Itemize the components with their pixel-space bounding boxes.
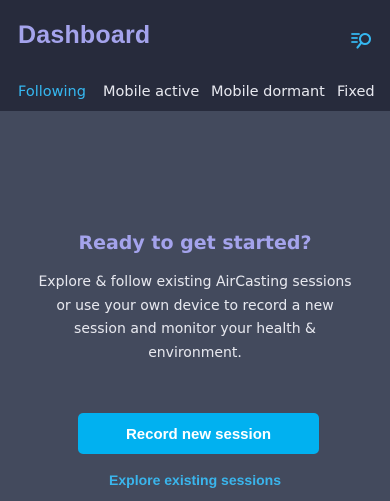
explore-existing-sessions-link[interactable]: Explore existing sessions xyxy=(0,472,390,488)
filter-button[interactable] xyxy=(349,27,375,53)
session-tabs: Following Mobile active Mobile dormant F… xyxy=(0,82,390,104)
page-title: Dashboard xyxy=(18,21,151,49)
tab-following[interactable]: Following xyxy=(18,82,86,102)
app-header: Dashboard Following Mobile active Mobile… xyxy=(0,0,390,111)
record-new-session-button[interactable]: Record new session xyxy=(78,413,319,454)
filter-search-icon xyxy=(351,33,371,49)
tab-mobile-active[interactable]: Mobile active xyxy=(103,82,199,102)
empty-state-description: Explore & follow existing AirCasting ses… xyxy=(38,274,352,361)
empty-state: Ready to get started? Explore & follow e… xyxy=(0,232,390,365)
empty-state-headline: Ready to get started? xyxy=(78,232,312,254)
tab-mobile-dormant[interactable]: Mobile dormant xyxy=(211,82,325,102)
tab-fixed[interactable]: Fixed xyxy=(337,82,375,102)
